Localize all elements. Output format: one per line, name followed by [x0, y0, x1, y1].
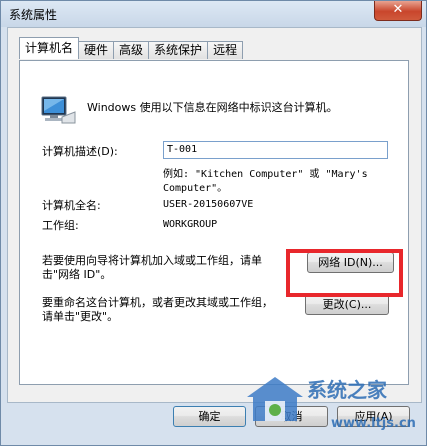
description-example-line2: Computer"。	[163, 183, 228, 194]
close-button[interactable]: ✕	[374, 1, 422, 21]
red-highlight-box	[286, 249, 403, 297]
computer-name-page: Windows 使用以下信息在网络中标识这台计算机。 计算机描述(D): T-0…	[19, 60, 409, 385]
computer-icon	[41, 96, 76, 124]
full-name-value: USER-20150607VE	[163, 199, 254, 210]
full-name-label: 计算机全名:	[42, 199, 101, 212]
system-properties-window: 系统属性 ✕ 计算机名 硬件 高级 系统保护 远程 Windows 使用以下信息…	[0, 0, 427, 446]
site-watermark: 系统之家 www.ltjs.cn	[247, 377, 416, 431]
workgroup-value: WORKGROUP	[163, 219, 218, 230]
workgroup-label: 工作组:	[42, 219, 79, 232]
tab-system-protection[interactable]: 系统保护	[148, 41, 209, 59]
dialog-body: 计算机名 硬件 高级 系统保护 远程 Windows 使用以下信息在网络中标识这…	[7, 27, 422, 403]
title-bar[interactable]: 系统属性 ✕	[1, 1, 426, 27]
ok-button[interactable]: 确定	[173, 406, 246, 427]
tab-computer-name[interactable]: 计算机名	[19, 37, 80, 59]
description-label: 计算机描述(D):	[42, 145, 118, 158]
tab-hardware[interactable]: 硬件	[78, 41, 115, 59]
watermark-url: www.ltjs.cn	[331, 416, 416, 431]
close-icon: ✕	[392, 2, 404, 17]
rename-text-line2: 请单击"更改"。	[42, 310, 119, 323]
window-title: 系统属性	[9, 8, 58, 22]
watermark-brand: 系统之家	[307, 378, 388, 402]
network-id-text-line2: 击"网络 ID"。	[42, 268, 112, 281]
tab-strip: 计算机名 硬件 高级 系统保护 远程	[19, 37, 244, 61]
description-example-line1: 例如: "Kitchen Computer" 或 "Mary's	[163, 169, 368, 180]
intro-text: Windows 使用以下信息在网络中标识这台计算机。	[87, 101, 338, 114]
computer-description-input[interactable]: T-001	[163, 141, 388, 159]
change-button[interactable]: 更改(C)...	[305, 294, 389, 315]
tab-remote[interactable]: 远程	[207, 41, 244, 59]
tab-advanced[interactable]: 高级	[113, 41, 150, 59]
